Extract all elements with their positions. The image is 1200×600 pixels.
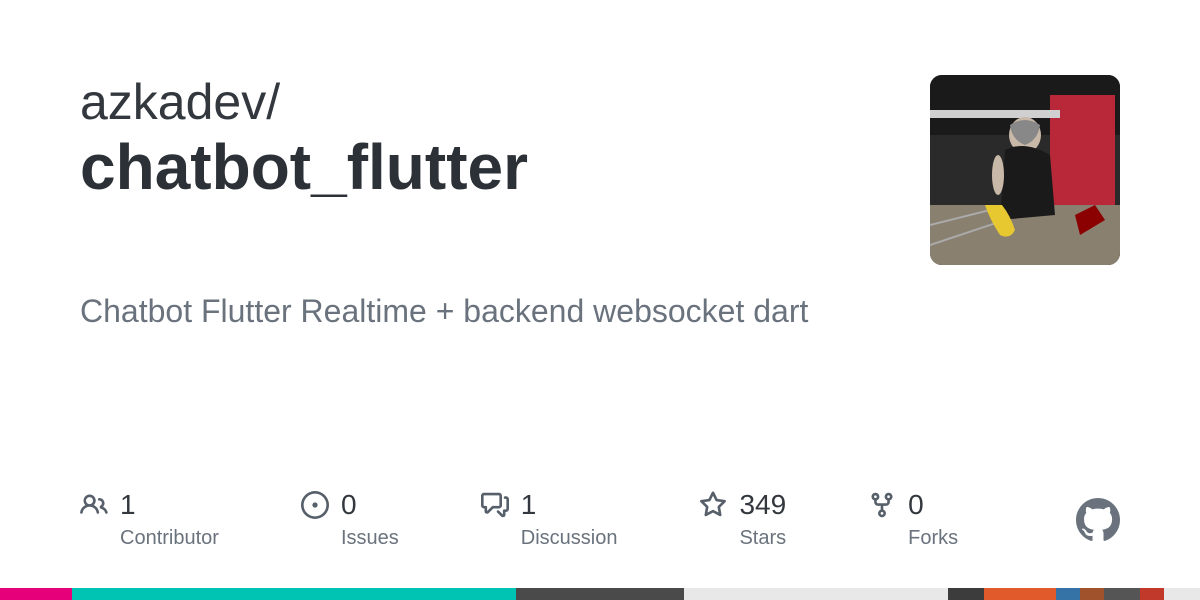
avatar[interactable] <box>930 75 1120 265</box>
stat-contributors[interactable]: 1 Contributor <box>80 489 219 550</box>
star-icon <box>699 491 727 519</box>
repo-description: Chatbot Flutter Realtime + backend webso… <box>80 293 1120 330</box>
forks-label: Forks <box>908 527 958 550</box>
stats-row: 1 Contributor 0 Issues 1 Discussion <box>80 489 1120 550</box>
contributors-value: 1 <box>120 489 136 521</box>
issues-value: 0 <box>341 489 357 521</box>
language-segment <box>72 588 516 600</box>
repo-name[interactable]: chatbot_flutter <box>80 132 890 202</box>
language-segment <box>684 588 948 600</box>
language-segment <box>948 588 984 600</box>
contributors-label: Contributor <box>120 527 219 550</box>
forks-value: 0 <box>908 489 924 521</box>
discussion-icon <box>481 491 509 519</box>
stat-discussions[interactable]: 1 Discussion <box>481 489 618 550</box>
language-segment <box>0 588 72 600</box>
language-segment <box>1104 588 1140 600</box>
stars-label: Stars <box>739 527 786 550</box>
discussions-label: Discussion <box>521 527 618 550</box>
language-segment <box>1080 588 1104 600</box>
language-color-bar <box>0 588 1200 600</box>
stars-value: 349 <box>739 489 786 521</box>
stat-forks[interactable]: 0 Forks <box>868 489 958 550</box>
repo-owner[interactable]: azkadev/ <box>80 75 890 130</box>
stat-issues[interactable]: 0 Issues <box>301 489 399 550</box>
issue-icon <box>301 491 329 519</box>
stat-stars[interactable]: 349 Stars <box>699 489 786 550</box>
language-segment <box>516 588 684 600</box>
language-segment <box>1056 588 1080 600</box>
language-segment <box>984 588 1056 600</box>
issues-label: Issues <box>341 527 399 550</box>
language-segment <box>1140 588 1164 600</box>
fork-icon <box>868 491 896 519</box>
language-segment <box>1164 588 1200 600</box>
people-icon <box>80 491 108 519</box>
github-logo-icon[interactable] <box>1076 498 1120 542</box>
discussions-value: 1 <box>521 489 537 521</box>
